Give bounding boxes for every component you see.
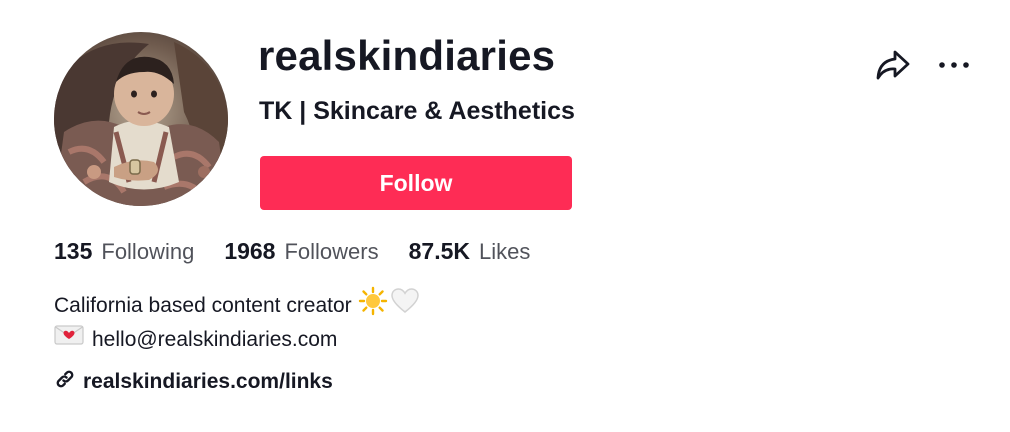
profile-link-text: realskindiaries.com/links <box>83 369 333 393</box>
link-icon <box>54 368 76 395</box>
followers-label: Followers <box>284 239 379 264</box>
profile-bio: California based content creator hello@r… <box>54 286 420 357</box>
followers-count: 1968 <box>224 238 276 264</box>
love-letter-emoji-icon <box>54 323 84 357</box>
bio-email-text: hello@realskindiaries.com <box>92 328 338 351</box>
bio-text-1: California based content creator <box>54 294 352 317</box>
likes-label: Likes <box>479 239 531 264</box>
likes-count: 87.5K <box>408 238 470 264</box>
stat-likes: 87.5K Likes <box>409 238 531 265</box>
bio-line-2: hello@realskindiaries.com <box>54 323 420 357</box>
stat-followers[interactable]: 1968 Followers <box>224 238 378 265</box>
sun-emoji-icon <box>358 286 388 327</box>
white-heart-emoji-icon <box>390 286 420 327</box>
profile-link[interactable]: realskindiaries.com/links <box>54 368 333 395</box>
stat-following[interactable]: 135 Following <box>54 238 194 265</box>
following-count: 135 <box>54 238 93 264</box>
profile-nickname: TK | Skincare & Aesthetics <box>259 97 575 125</box>
more-options-icon[interactable] <box>936 50 972 80</box>
following-label: Following <box>101 239 195 264</box>
profile-stats: 135 Following 1968 Followers 87.5K Likes <box>54 238 560 265</box>
share-icon[interactable] <box>874 48 912 82</box>
profile-username: realskindiaries <box>258 32 556 79</box>
follow-button[interactable]: Follow <box>260 156 572 210</box>
bio-line-1: California based content creator <box>54 286 420 323</box>
profile-avatar[interactable] <box>54 32 228 206</box>
avatar-photo <box>54 32 228 206</box>
